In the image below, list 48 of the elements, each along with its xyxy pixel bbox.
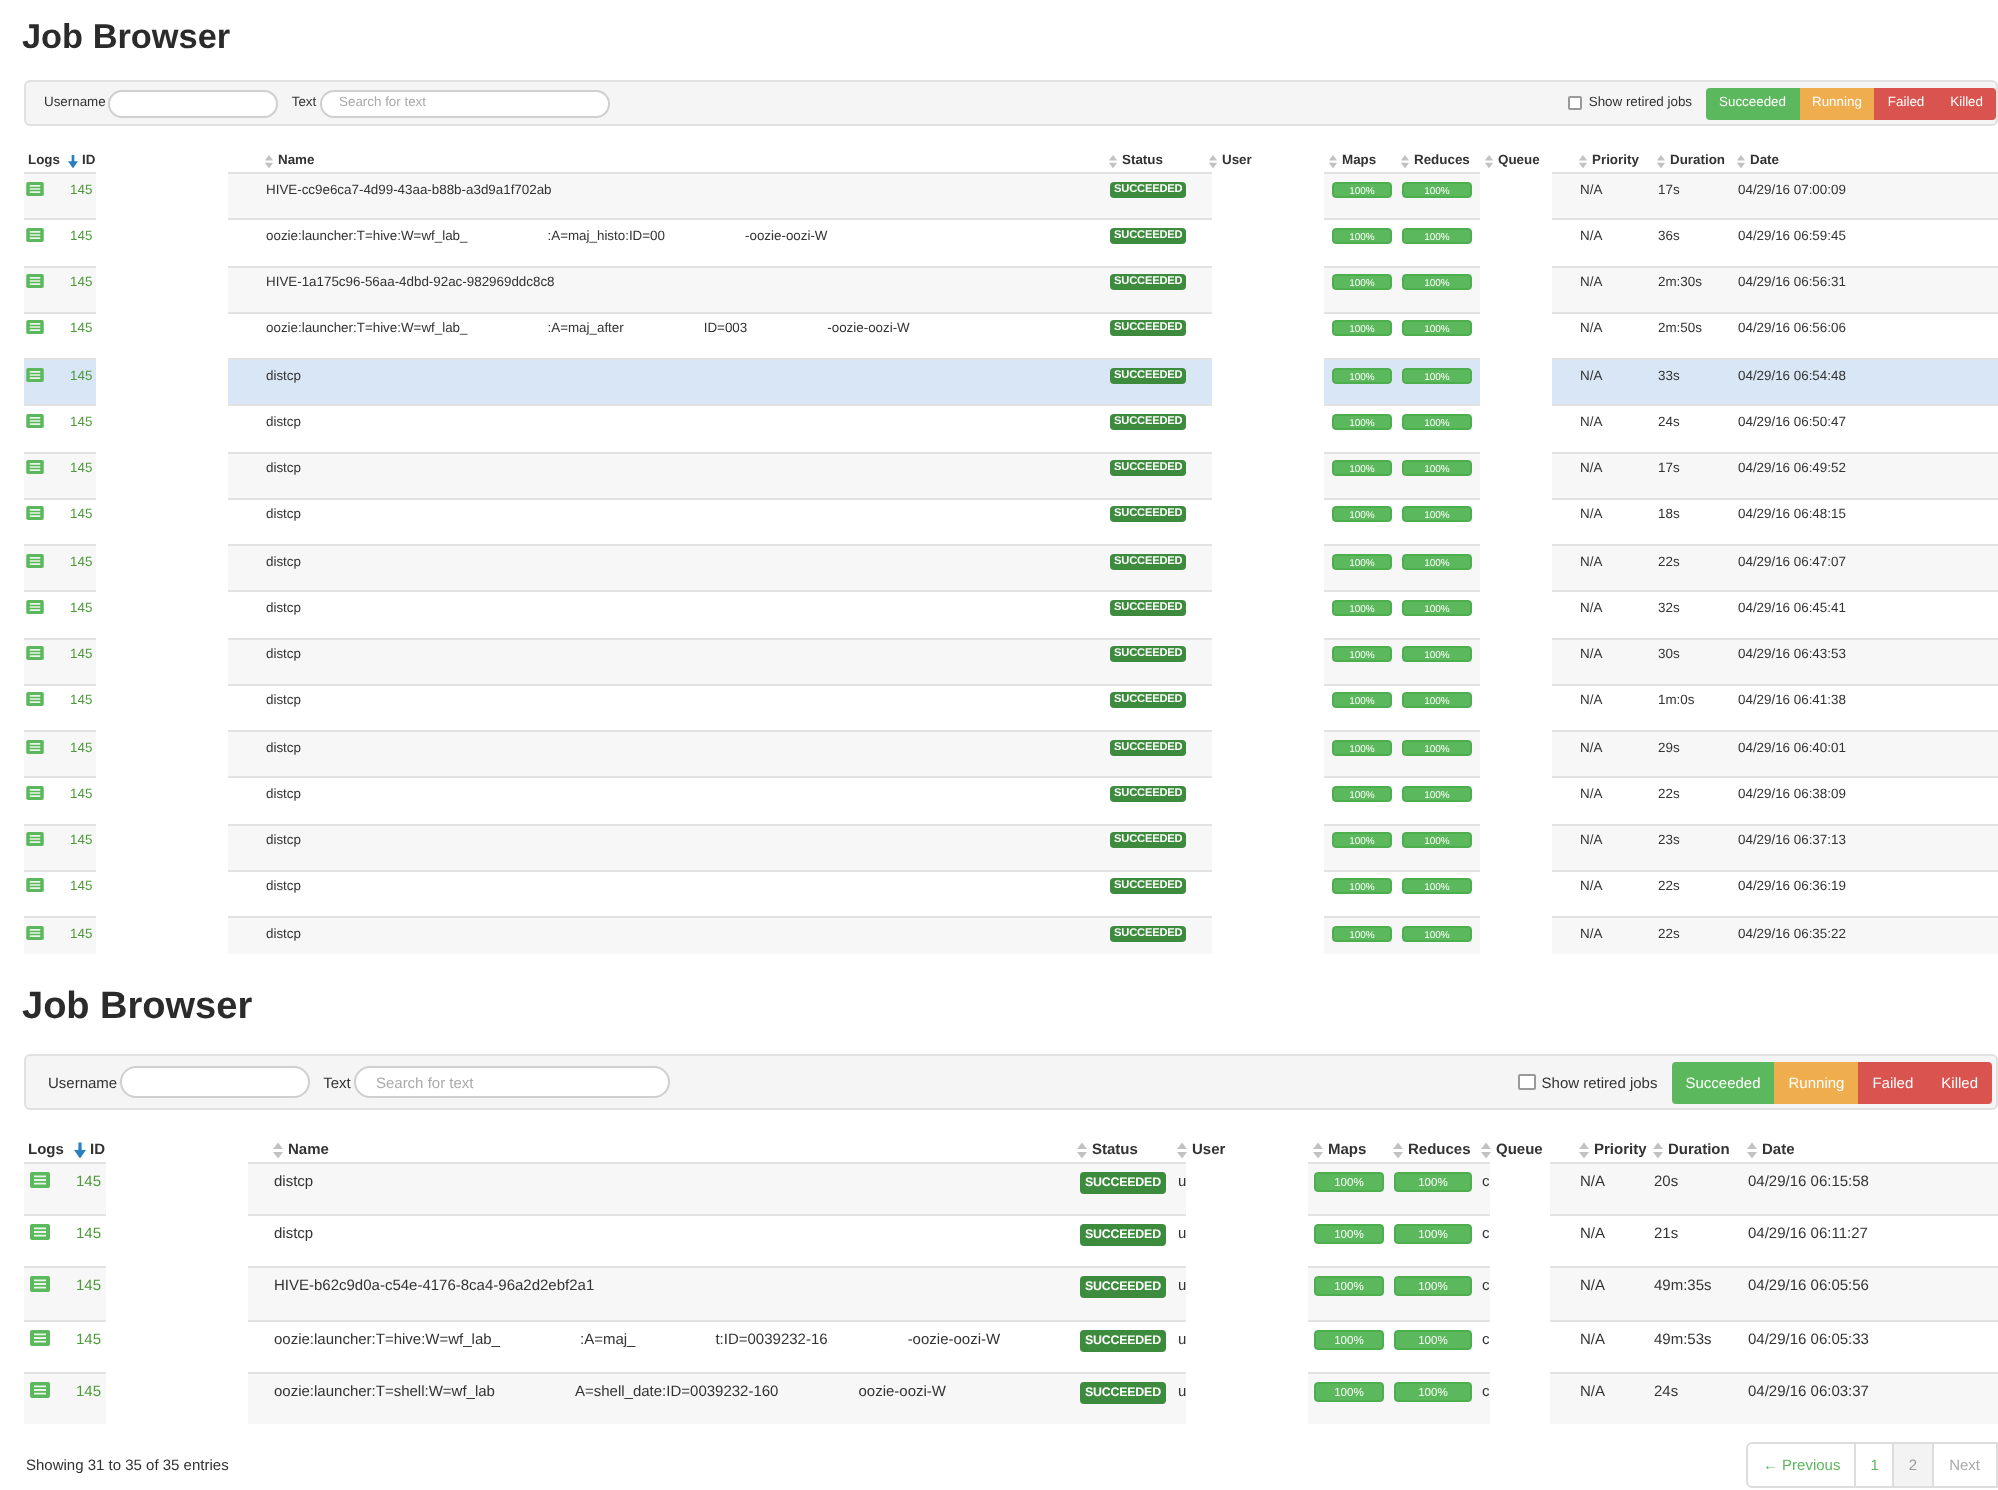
sort-icon[interactable] (1328, 153, 1338, 169)
sort-icon[interactable] (1578, 1141, 1590, 1159)
sort-icon[interactable] (1656, 153, 1666, 169)
list-icon[interactable] (26, 367, 44, 381)
sort-icon[interactable] (1484, 153, 1494, 169)
list-icon[interactable] (26, 692, 44, 707)
list-icon[interactable] (26, 274, 44, 288)
sort-icon[interactable] (1108, 153, 1118, 169)
list-icon[interactable] (26, 785, 44, 800)
list-icon[interactable] (26, 553, 44, 567)
sort-icon[interactable] (1076, 1141, 1088, 1159)
list-icon[interactable] (30, 1224, 50, 1241)
sort-icon[interactable] (1746, 1141, 1758, 1159)
sort-icon[interactable] (1736, 153, 1746, 169)
list-icon[interactable] (26, 739, 44, 753)
list-icon[interactable] (26, 460, 44, 474)
sort-icon[interactable] (1312, 1141, 1324, 1159)
checkbox[interactable] (1567, 95, 1583, 111)
list-icon[interactable] (26, 646, 44, 660)
sort-icon[interactable] (1176, 1141, 1188, 1159)
list-icon[interactable] (30, 1381, 50, 1398)
list-icon[interactable] (26, 925, 44, 939)
list-icon[interactable] (26, 878, 44, 893)
sort-icon[interactable] (1578, 153, 1588, 169)
list-icon[interactable] (26, 599, 44, 614)
sort-icon[interactable] (272, 1141, 284, 1159)
list-icon[interactable] (26, 832, 44, 846)
list-icon[interactable] (26, 506, 44, 521)
sort-icon[interactable] (1652, 1141, 1664, 1159)
list-icon[interactable] (26, 227, 44, 242)
sort-icon[interactable] (1392, 1141, 1404, 1159)
list-icon[interactable] (30, 1329, 50, 1346)
page-title: Job Browser (22, 14, 231, 58)
list-icon[interactable] (26, 320, 44, 335)
sort-icon[interactable] (1480, 1141, 1492, 1159)
list-icon[interactable] (26, 413, 44, 428)
sort-icon[interactable] (264, 153, 274, 169)
list-icon[interactable] (30, 1172, 50, 1188)
sort-icon[interactable] (1208, 153, 1218, 169)
sort-icon[interactable] (1400, 153, 1410, 169)
sort-descending-icon[interactable] (68, 153, 78, 169)
list-icon[interactable] (26, 181, 44, 195)
username-field[interactable] (119, 1066, 310, 1098)
sort-descending-icon[interactable] (74, 1141, 86, 1159)
page-title: Job Browser (22, 984, 253, 1032)
checkbox[interactable] (1518, 1073, 1536, 1091)
list-icon[interactable] (30, 1276, 50, 1293)
username-field[interactable] (107, 89, 278, 117)
